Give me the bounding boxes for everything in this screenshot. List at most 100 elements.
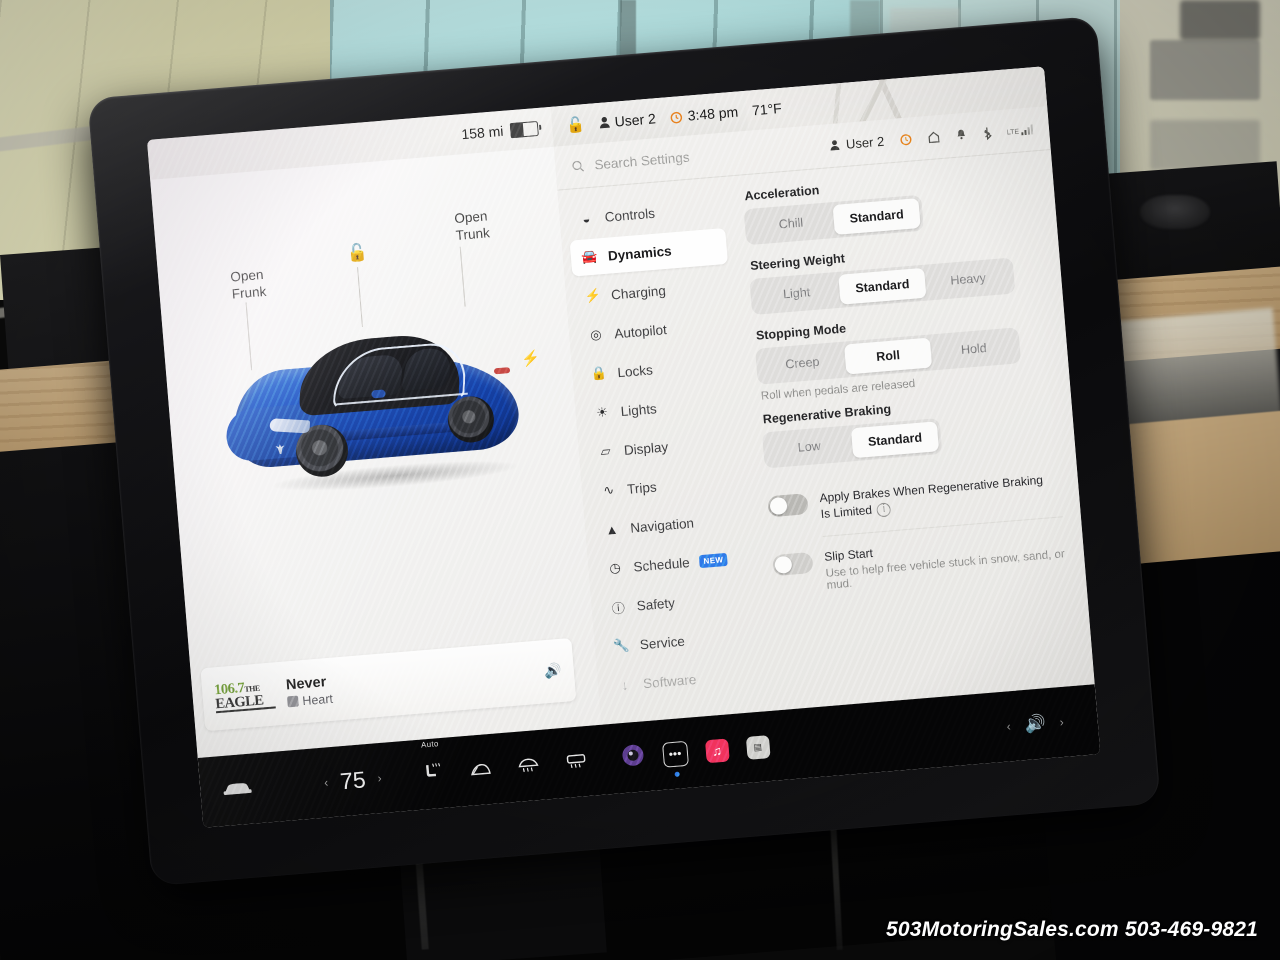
bell-icon[interactable] [954, 128, 967, 142]
media-card-actions: 🔊 [544, 662, 563, 680]
lock-leader-line [357, 267, 363, 328]
stopping-option-roll[interactable]: Roll [844, 337, 933, 375]
wrench-icon: 🔧 [612, 637, 631, 654]
status-clock[interactable]: 3:48 pm [669, 104, 739, 126]
lock-open-icon[interactable]: 🔓 [565, 115, 585, 134]
dealer-watermark: 503MotoringSales.com 503-469-9821 [886, 918, 1258, 941]
regen-option-standard[interactable]: Standard [850, 421, 940, 459]
volume-control[interactable]: ‹ 🔊 › [1006, 712, 1065, 737]
apply-brakes-toggle[interactable] [767, 493, 809, 518]
regen-braking-segmented-control[interactable]: Low Standard [761, 418, 943, 469]
acceleration-option-chill[interactable]: Chill [747, 205, 835, 242]
steering-option-light[interactable]: Light [753, 275, 841, 312]
auto-seat-heat-button[interactable]: Auto [420, 739, 444, 787]
toggle-icon: ◒ [581, 210, 591, 227]
open-frunk-line2: Frunk [231, 283, 267, 302]
apply-brakes-text: Apply Brakes When Regenerative Braking I… [819, 471, 1051, 522]
track-artist: Heart [301, 691, 334, 708]
steering-option-heavy[interactable]: Heavy [924, 261, 1012, 298]
lte-label: LTE [1006, 128, 1020, 137]
open-trunk-line2: Trunk [455, 225, 491, 243]
sidebar-label-controls: Controls [604, 205, 656, 225]
screen-display: 158 mi 🔓 User 2 3:48 pm 71°F Open Frunk … [146, 66, 1101, 828]
bluetooth-icon[interactable] [981, 125, 992, 140]
vehicle-render[interactable] [218, 308, 531, 507]
settings-header-icons: User 2 LTE [829, 121, 1034, 153]
camera-icon[interactable] [620, 742, 646, 773]
station-logo-bottom: EAGLE [215, 692, 276, 714]
open-trunk-button[interactable]: Open Trunk [454, 208, 491, 244]
rear-defrost-icon[interactable] [564, 752, 587, 772]
ceiling-vent [1180, 0, 1260, 40]
alarm-clock-icon [670, 111, 682, 123]
alarm-clock-icon[interactable] [899, 132, 913, 146]
settings-panel: Search Settings User 2 LTE ◒ Controls 🚘 … [553, 106, 1098, 765]
vehicle-panel: Open Frunk 🔓 Open Trunk ⚡ 106.7THE EAGLE… [150, 146, 605, 798]
sidebar-label-schedule: Schedule [632, 554, 691, 575]
volume-increase-button[interactable]: › [1059, 715, 1064, 729]
settings-body: ◒ Controls 🚘 Dynamics ⚡ Charging ◎ Autop… [557, 150, 1098, 765]
sidebar-label-service: Service [639, 633, 686, 652]
acceleration-segmented-control[interactable]: Chill Standard [743, 194, 924, 246]
apply-brakes-label: Apply Brakes When Regenerative Braking I… [818, 472, 1044, 522]
trips-icon: ∿ [602, 481, 615, 498]
search-placeholder: Search Settings [593, 149, 691, 173]
cast-audio-icon[interactable]: 🔊 [544, 662, 563, 680]
battery-icon [509, 120, 539, 138]
home-icon[interactable] [926, 130, 940, 144]
stopping-option-creep[interactable]: Creep [758, 345, 846, 382]
schedule-clock-icon: ◷ [608, 559, 622, 576]
stopping-option-hold[interactable]: Hold [930, 331, 1018, 368]
sidebar-label-safety: Safety [636, 594, 676, 613]
status-user[interactable]: User 2 [598, 110, 656, 131]
status-time: 3:48 pm [687, 103, 739, 124]
sidebar-label-charging: Charging [610, 282, 667, 303]
sidebar-label-software: Software [642, 671, 697, 691]
search-settings-field[interactable]: Search Settings [571, 150, 690, 175]
download-icon: ↓ [620, 676, 629, 693]
car-front-glyph [223, 782, 252, 795]
shelf-object-1 [1150, 40, 1260, 100]
lte-signal-icon: LTE [1006, 123, 1034, 137]
trunk-leader-line [459, 246, 466, 307]
temp-increase-button[interactable]: › [377, 771, 382, 785]
front-defrost-icon[interactable] [516, 756, 539, 776]
volume-icon[interactable]: 🔊 [1024, 713, 1047, 735]
temp-value: 75 [339, 765, 367, 794]
wiper-icon[interactable] [469, 760, 492, 780]
display-icon: ▱ [599, 443, 612, 459]
card-app-icon[interactable]: ▤ [745, 734, 771, 760]
sidebar-label-locks: Locks [616, 361, 654, 380]
auto-label: Auto [420, 738, 439, 750]
car-front-icon[interactable] [222, 777, 254, 802]
info-icon[interactable]: i [876, 501, 892, 518]
station-logo: 106.7THE EAGLE [214, 677, 277, 716]
slip-start-toggle[interactable] [772, 552, 814, 577]
charge-bolt-icon[interactable]: ⚡ [520, 349, 540, 368]
music-app-icon[interactable]: ♫ [704, 737, 730, 763]
steering-option-standard[interactable]: Standard [838, 267, 927, 305]
signal-bars-icon [1021, 124, 1034, 136]
temp-decrease-button[interactable]: ‹ [324, 775, 329, 789]
regen-option-low[interactable]: Low [765, 428, 853, 465]
range-readout: 158 mi [460, 122, 505, 143]
status-user-label: User 2 [614, 110, 657, 130]
acceleration-option-standard[interactable]: Standard [832, 198, 921, 235]
app-launcher-icon[interactable]: ••• [661, 740, 689, 768]
volume-decrease-button[interactable]: ‹ [1006, 719, 1011, 733]
sidebar-label-trips: Trips [626, 478, 658, 497]
dash-speaker [1140, 195, 1210, 229]
track-title: Never [285, 673, 327, 693]
vehicle-headlight [269, 418, 311, 434]
open-frunk-button[interactable]: Open Frunk [230, 267, 267, 303]
status-temperature[interactable]: 71°F [751, 100, 782, 118]
sidebar-label-lights: Lights [620, 400, 658, 419]
navigation-arrow-icon: ▲ [604, 521, 619, 538]
lock-open-icon[interactable]: 🔓 [346, 242, 369, 264]
settings-user[interactable]: User 2 [829, 134, 885, 153]
photo-canvas: 158 mi 🔓 User 2 3:48 pm 71°F Open Frunk … [0, 0, 1280, 960]
climate-temperature-control[interactable]: ‹ 75 › [323, 765, 383, 797]
slip-start-text: Slip Start Use to help free vehicle stuc… [824, 530, 1068, 591]
sidebar-label-dynamics: Dynamics [607, 242, 673, 264]
vehicle-taillight [493, 367, 511, 375]
